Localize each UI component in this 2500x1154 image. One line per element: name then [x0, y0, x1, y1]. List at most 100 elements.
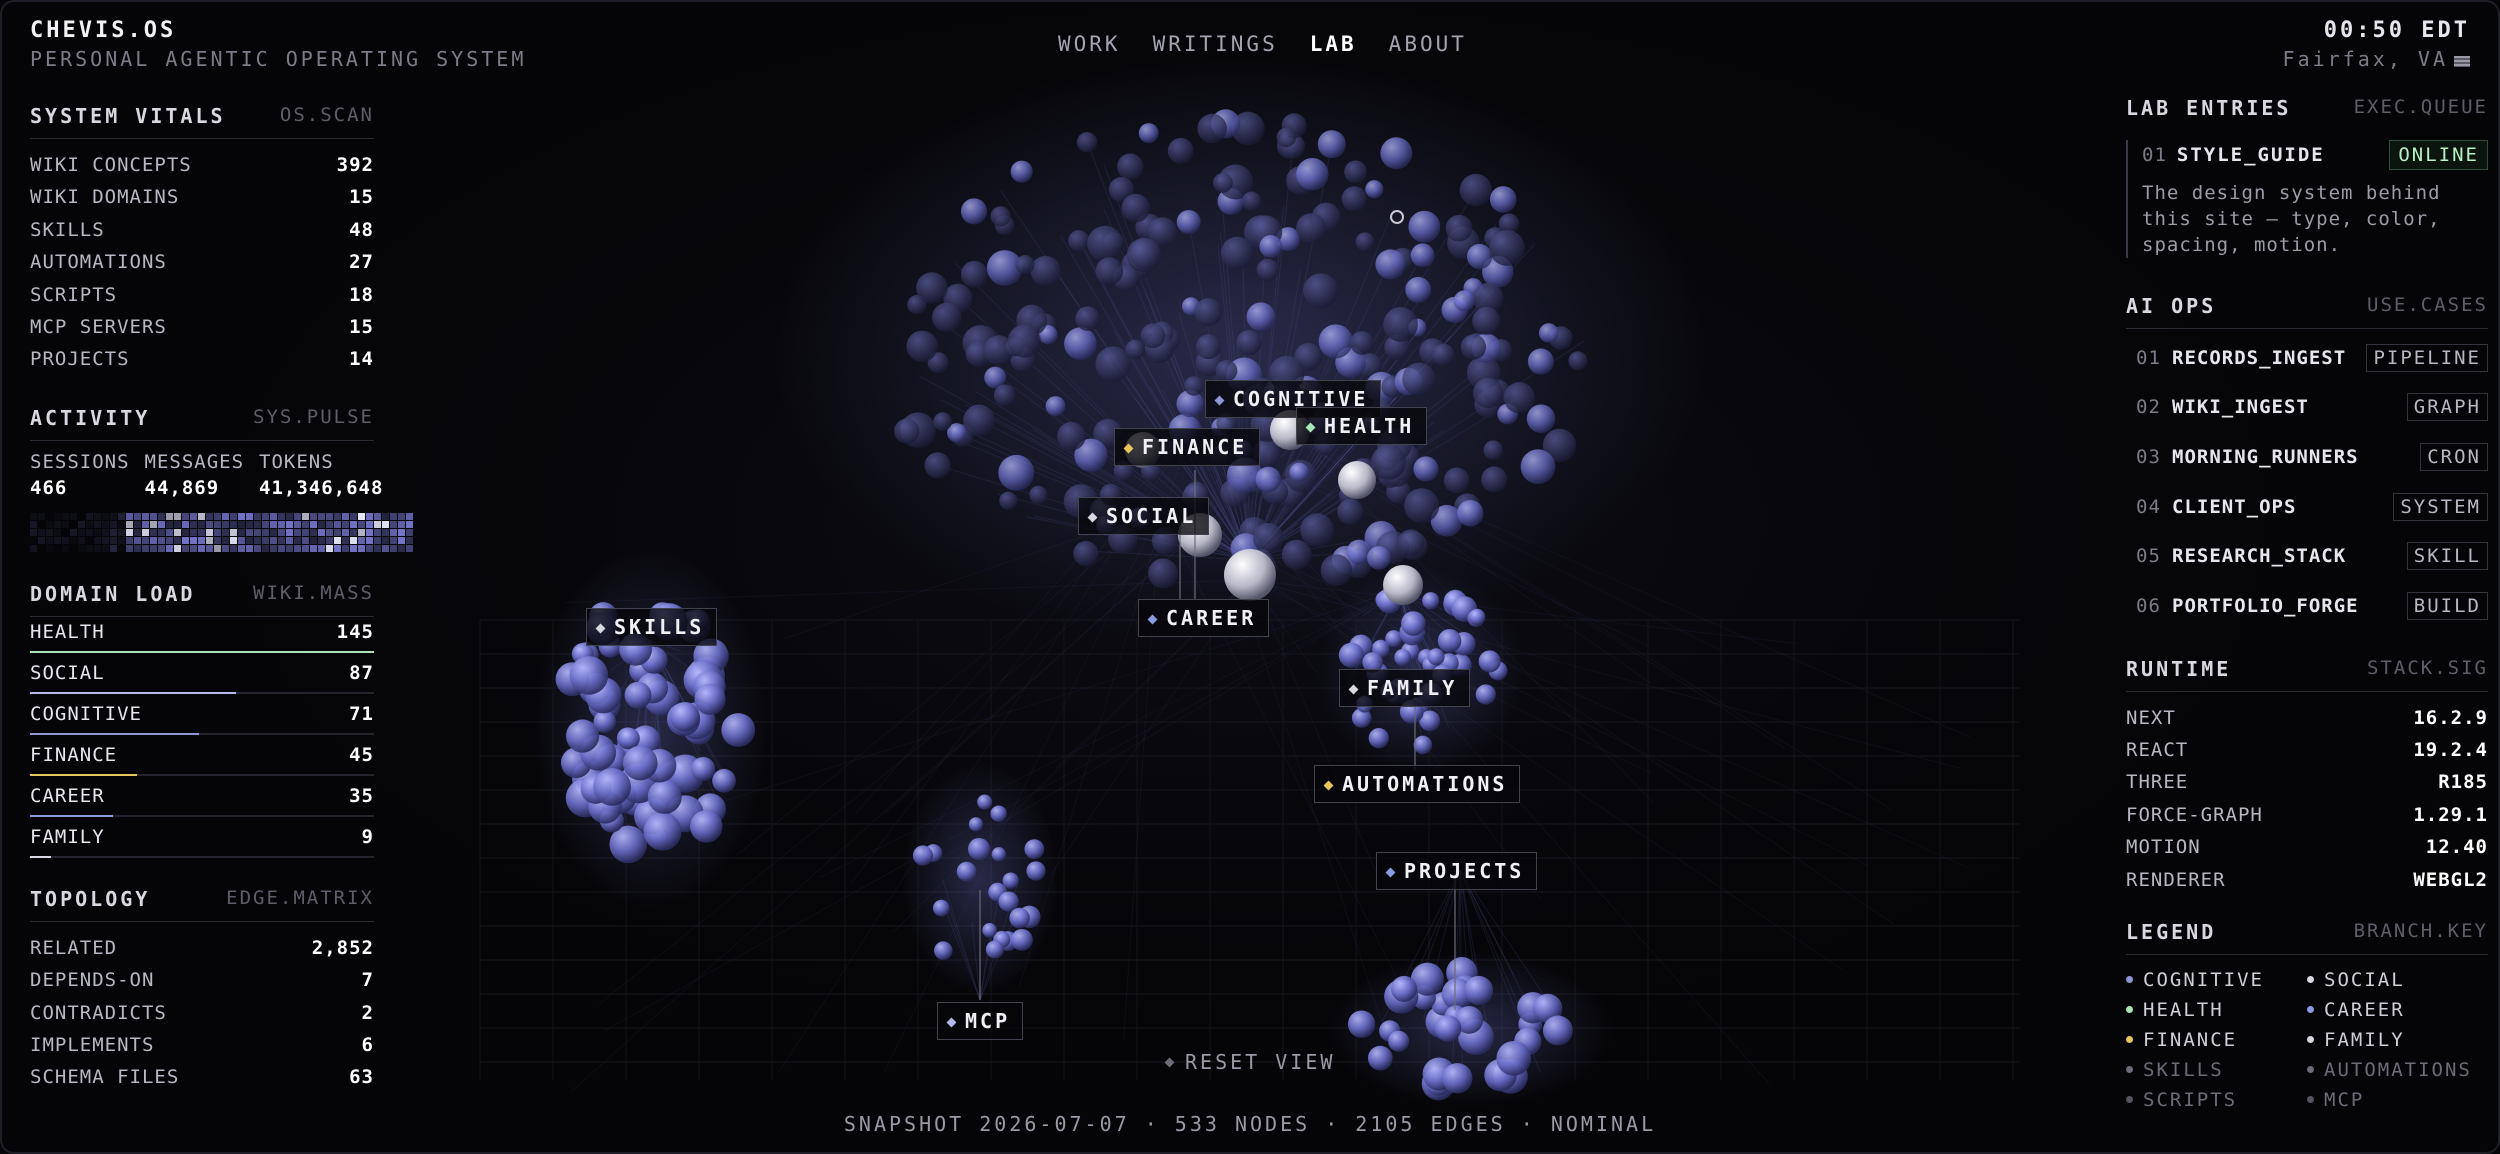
heatmap-cell	[310, 544, 317, 552]
heatmap-cell	[382, 512, 389, 520]
node-label-health[interactable]: HEALTH	[1296, 407, 1428, 445]
vital-row-label: SKILLS	[30, 218, 105, 241]
node-label-text: HEALTH	[1324, 414, 1415, 438]
graph-node	[1401, 611, 1426, 636]
heatmap-cell	[350, 528, 357, 536]
legend-item[interactable]: SKILLS	[2126, 1059, 2307, 1081]
heatmap-cell	[142, 520, 149, 528]
section-tag: WIKI.MASS	[253, 581, 374, 604]
domain-value: 145	[336, 620, 374, 643]
legend-item[interactable]: SOCIAL	[2307, 969, 2488, 991]
domain-label: FINANCE	[30, 743, 118, 766]
ai-op-row[interactable]: 03 MORNING_RUNNERS CRON	[2126, 432, 2488, 482]
domain-load-fill	[30, 732, 199, 735]
node-label-projects[interactable]: PROJECTS	[1376, 852, 1538, 890]
nav-writings[interactable]: WRITINGS	[1153, 32, 1278, 56]
diamond-icon	[1305, 422, 1316, 433]
domain-row[interactable]: FINANCE 45	[30, 740, 374, 781]
topology-row: DEPENDS-ON 7	[30, 964, 374, 996]
domain-row[interactable]: SOCIAL 87	[30, 658, 374, 699]
lab-entry[interactable]: 01 STYLE_GUIDE ONLINE The design system …	[2126, 140, 2488, 258]
node-label-mcp[interactable]: MCP	[937, 1002, 1024, 1040]
heatmap-cell	[166, 528, 173, 536]
ai-op-row[interactable]: 06 PORTFOLIO_FORGE BUILD	[2126, 581, 2488, 631]
legend-item[interactable]: COGNITIVE	[2126, 969, 2307, 991]
legend-item[interactable]: HEALTH	[2126, 999, 2307, 1021]
hub-node	[1383, 565, 1423, 605]
graph-node	[998, 454, 1035, 491]
left-panel: SYSTEM VITALS OS.SCAN WIKI CONCEPTS 392 WIK…	[30, 104, 413, 1094]
runtime-row: REACT 19.2.4	[2126, 734, 2488, 766]
node-label-text: SKILLS	[614, 615, 705, 639]
node-label-social[interactable]: SOCIAL	[1078, 497, 1210, 535]
graph-node	[1255, 466, 1282, 493]
heatmap-cell	[134, 528, 141, 536]
legend-item[interactable]: FAMILY	[2307, 1029, 2488, 1051]
brand[interactable]: CHEVIS.OS PERSONAL AGENTIC OPERATING SYS…	[30, 18, 526, 71]
node-label-career[interactable]: CAREER	[1138, 599, 1270, 637]
graph-node	[1064, 327, 1097, 360]
domain-load-bar	[30, 691, 374, 694]
graph-node	[1296, 157, 1329, 191]
domain-row[interactable]: FAMILY 9	[30, 822, 374, 863]
knowledge-graph-canvas[interactable]	[0, 0, 2500, 1154]
legend-label: SCRIPTS	[2143, 1088, 2238, 1111]
topology-row: CONTRADICTS 2	[30, 997, 374, 1029]
domain-row[interactable]: CAREER 35	[30, 781, 374, 822]
graph-node	[968, 817, 983, 832]
heatmap-cell	[326, 520, 333, 528]
heatmap-cell	[374, 528, 381, 536]
heatmap-cell	[142, 536, 149, 544]
nav-lab[interactable]: LAB	[1310, 32, 1357, 56]
topology-row: RELATED 2,852	[30, 932, 374, 964]
graph-node	[1408, 210, 1441, 243]
heatmap-cell	[206, 528, 213, 536]
node-label-family[interactable]: FAMILY	[1339, 669, 1471, 707]
heatmap-cell	[318, 512, 325, 520]
heatmap-cell	[390, 544, 397, 552]
graph-node	[1197, 113, 1227, 144]
legend-item[interactable]: SCRIPTS	[2126, 1089, 2307, 1111]
graph-node	[1212, 172, 1233, 193]
graph-node	[694, 683, 726, 715]
ai-op-tag: SYSTEM	[2393, 492, 2488, 521]
heatmap-cell	[166, 512, 173, 520]
ai-op-row[interactable]: 02 WIKI_INGEST GRAPH	[2126, 383, 2488, 433]
heatmap-cell	[134, 512, 141, 520]
legend-item[interactable]: MCP	[2307, 1089, 2488, 1111]
legend-item[interactable]: CAREER	[2307, 999, 2488, 1021]
domain-row[interactable]: COGNITIVE 71	[30, 699, 374, 740]
heatmap-cell	[182, 536, 189, 544]
domain-load-fill	[30, 855, 51, 858]
graph-node	[1138, 123, 1159, 143]
ai-op-name: WIKI_INGEST	[2172, 396, 2309, 419]
graph-node	[690, 810, 723, 843]
heatmap-cell	[38, 528, 45, 536]
vital-row-value: 15	[349, 315, 374, 338]
graph-node	[1303, 273, 1339, 309]
domain-row[interactable]: HEALTH 145	[30, 617, 374, 658]
lab-entry-name: STYLE_GUIDE	[2176, 144, 2325, 166]
nav-work[interactable]: WORK	[1058, 32, 1121, 56]
ai-op-row[interactable]: 04 CLIENT_OPS SYSTEM	[2126, 482, 2488, 532]
reset-view-button[interactable]: RESET VIEW	[1164, 1050, 1335, 1074]
ai-op-number: 04	[2136, 495, 2161, 518]
heatmap-cell	[46, 536, 53, 544]
ai-op-row[interactable]: 01 RECORDS_INGEST PIPELINE	[2126, 333, 2488, 383]
legend-dot-icon	[2307, 1036, 2314, 1044]
node-label-finance[interactable]: FINANCE	[1114, 428, 1261, 466]
graph-node	[1466, 243, 1493, 270]
ai-op-row[interactable]: 05 RESEARCH_STACK SKILL	[2126, 531, 2488, 581]
node-label-skills[interactable]: SKILLS	[586, 608, 718, 646]
graph-node	[1483, 440, 1504, 460]
nav-about[interactable]: ABOUT	[1389, 32, 1467, 56]
legend-item[interactable]: FINANCE	[2126, 1029, 2307, 1051]
runtime-row-label: MOTION	[2126, 836, 2201, 859]
heatmap-cell	[230, 544, 237, 552]
heatmap-cell	[318, 528, 325, 536]
node-label-automations[interactable]: AUTOMATIONS	[1314, 765, 1521, 803]
topology-row-label: SCHEMA FILES	[30, 1066, 180, 1089]
graph-node	[1442, 1063, 1473, 1094]
heatmap-cell	[102, 528, 109, 536]
legend-item[interactable]: AUTOMATIONS	[2307, 1059, 2488, 1081]
